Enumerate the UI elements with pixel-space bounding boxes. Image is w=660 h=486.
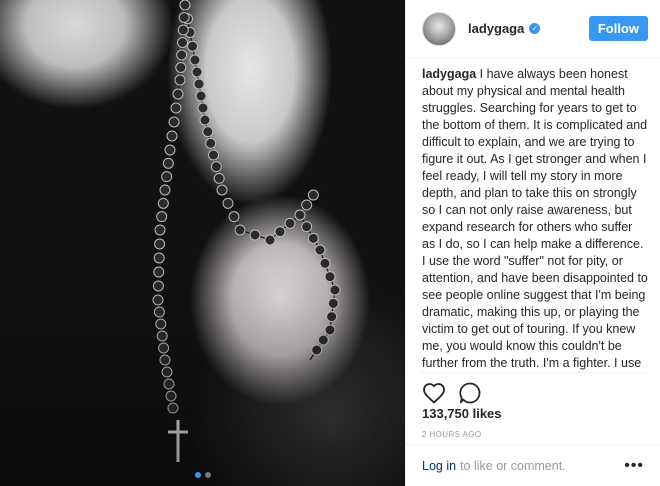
follow-button[interactable]: Follow — [588, 16, 648, 41]
like-count[interactable]: 133,750 likes — [422, 406, 502, 421]
carousel-dot-1[interactable] — [194, 472, 201, 478]
verified-checkmark-icon: ✓ — [529, 23, 541, 34]
more-options-icon[interactable]: ••• — [624, 457, 644, 474]
carousel-dot-2[interactable] — [204, 472, 211, 478]
login-prompt-text: to like or comment. — [460, 458, 566, 473]
post-timestamp[interactable]: 2 HOURS AGO — [422, 430, 482, 439]
post-header: ladygaga ✓ Follow — [406, 0, 660, 58]
carousel-indicator — [0, 472, 405, 478]
login-footer: Log in to like or comment. ••• — [406, 444, 660, 486]
caption-author-link[interactable]: ladygaga — [422, 67, 476, 81]
like-heart-icon[interactable] — [420, 379, 448, 407]
photo-shade — [0, 0, 405, 486]
avatar[interactable] — [422, 11, 456, 46]
caption-block: ladygaga I have always been honest about… — [422, 66, 648, 370]
caption-text: I have always been honest about my physi… — [422, 67, 648, 370]
post-photo[interactable] — [0, 0, 405, 486]
action-bar — [420, 372, 648, 407]
comment-bubble-icon[interactable] — [456, 379, 484, 407]
post-details: ladygaga ✓ Follow ladygaga I have always… — [405, 0, 660, 486]
login-link[interactable]: Log in — [422, 459, 456, 473]
username-link[interactable]: ladygaga — [468, 21, 524, 36]
instagram-post: ladygaga ✓ Follow ladygaga I have always… — [0, 0, 660, 486]
